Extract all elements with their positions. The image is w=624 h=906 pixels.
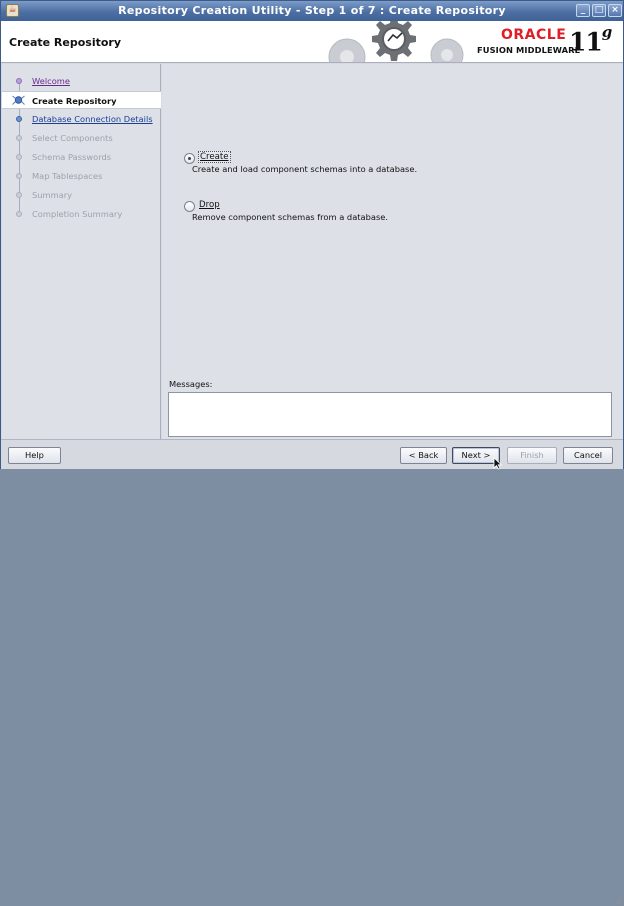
drop-radio-label[interactable]: Drop — [199, 200, 220, 210]
step-label: Database Connection Details — [32, 114, 153, 124]
step-schema-passwords: Schema Passwords — [2, 148, 161, 166]
create-radio-label[interactable]: Create — [198, 151, 231, 163]
mouse-cursor-icon — [493, 457, 503, 470]
page-title: Create Repository — [9, 36, 122, 49]
step-visited-icon — [16, 78, 22, 84]
minimize-icon: _ — [580, 5, 586, 15]
step-label: Select Components — [32, 133, 113, 143]
page-header: Create Repository ORACLE FUSION MIDDLEWA… — [1, 21, 623, 63]
help-button[interactable]: Help — [8, 447, 61, 464]
main-content: Create Create and load component schemas… — [162, 64, 623, 439]
version-label: 11g — [569, 23, 612, 57]
oracle-wordmark: ORACLE — [501, 27, 567, 43]
finish-button: Finish — [507, 447, 557, 464]
step-current-icon — [12, 95, 25, 105]
window-title: Repository Creation Utility - Step 1 of … — [118, 4, 506, 17]
close-icon: × — [611, 5, 619, 15]
messages-label: Messages: — [169, 379, 213, 389]
drop-description: Remove component schemas from a database… — [192, 212, 389, 222]
minimize-button[interactable]: _ — [576, 4, 590, 17]
rcu-window: ☕ Repository Creation Utility - Step 1 o… — [0, 0, 624, 906]
step-summary: Summary — [2, 186, 161, 204]
step-label: Summary — [32, 190, 73, 200]
wizard-steps-panel: Welcome Create Repository Database Conne… — [2, 64, 161, 439]
create-radio[interactable] — [184, 153, 195, 164]
create-description: Create and load component schemas into a… — [192, 164, 418, 174]
footer-bar: Help < Back Next > Finish Cancel — [1, 439, 623, 906]
drop-radio[interactable] — [184, 201, 195, 212]
messages-area[interactable] — [168, 392, 612, 437]
step-disabled-icon — [16, 135, 22, 141]
maximize-button[interactable]: □ — [592, 4, 606, 17]
step-disabled-icon — [16, 154, 22, 160]
resize-grip-icon[interactable] — [613, 897, 622, 906]
step-select-components: Select Components — [2, 129, 161, 147]
cancel-button[interactable]: Cancel — [563, 447, 613, 464]
step-disabled-icon — [16, 211, 22, 217]
step-welcome[interactable]: Welcome — [2, 72, 161, 90]
step-create-repository[interactable]: Create Repository — [2, 91, 161, 109]
step-label: Welcome — [32, 76, 70, 86]
fusion-middleware-label: FUSION MIDDLEWARE — [477, 45, 581, 55]
step-map-tablespaces: Map Tablespaces — [2, 167, 161, 185]
maximize-icon: □ — [594, 5, 604, 15]
gears-graphic-icon — [328, 21, 464, 62]
step-label: Schema Passwords — [32, 152, 112, 162]
step-completion-summary: Completion Summary — [2, 205, 161, 223]
back-button[interactable]: < Back — [400, 447, 447, 464]
step-label: Create Repository — [32, 96, 117, 106]
step-database-connection-details[interactable]: Database Connection Details — [2, 110, 161, 128]
step-disabled-icon — [16, 192, 22, 198]
step-link-icon — [16, 116, 22, 122]
step-disabled-icon — [16, 173, 22, 179]
title-bar[interactable]: ☕ Repository Creation Utility - Step 1 o… — [1, 1, 623, 21]
step-label: Completion Summary — [32, 209, 123, 219]
close-button[interactable]: × — [608, 4, 622, 17]
step-label: Map Tablespaces — [32, 171, 103, 181]
